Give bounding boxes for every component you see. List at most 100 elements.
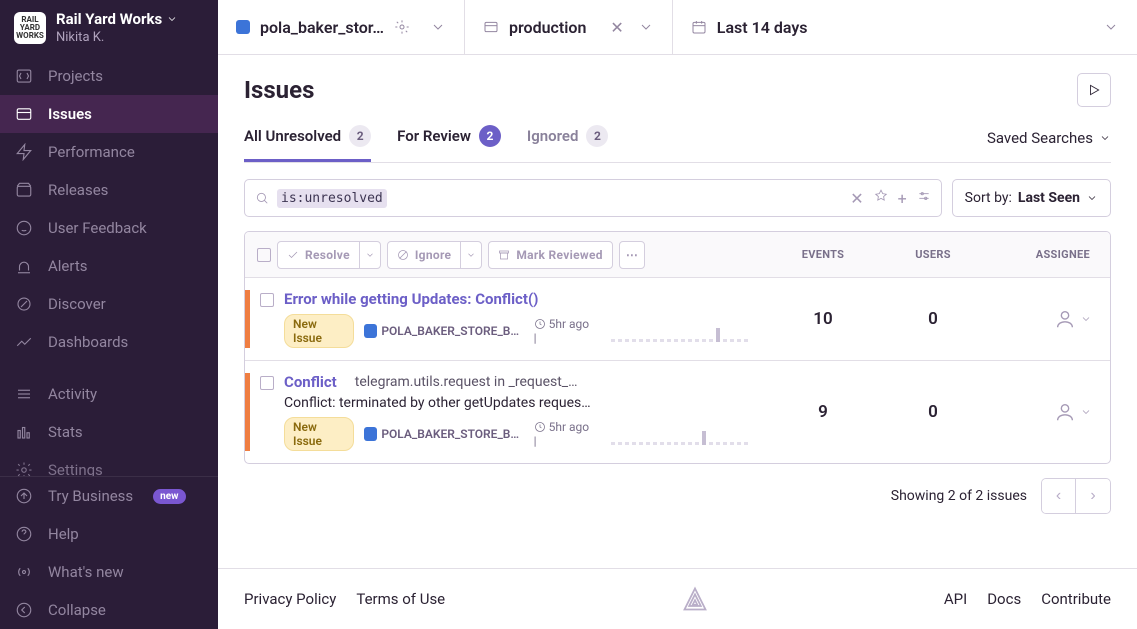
environment-selector[interactable]: production ✕: [465, 0, 672, 54]
ban-icon: [397, 249, 409, 261]
users-count[interactable]: 0: [878, 309, 988, 329]
clear-environment[interactable]: ✕: [606, 18, 627, 37]
saved-searches-dropdown[interactable]: Saved Searches: [987, 129, 1111, 159]
sidebar-item-label: Projects: [48, 67, 103, 85]
sliders-icon[interactable]: [917, 189, 931, 203]
issue-tabs: All Unresolved 2 For Review 2 Ignored 2 …: [244, 125, 1111, 163]
search-input[interactable]: is:unresolved ✕ +: [244, 179, 942, 217]
footer-docs[interactable]: Docs: [987, 590, 1021, 608]
play-button[interactable]: [1077, 73, 1111, 107]
mark-reviewed-button[interactable]: Mark Reviewed: [488, 241, 613, 269]
sidebar-item-label: Dashboards: [48, 333, 128, 351]
more-actions-button[interactable]: ⋯: [619, 241, 645, 269]
org-name: Rail Yard Works: [56, 10, 162, 28]
sidebar-item-alerts[interactable]: Alerts: [0, 247, 218, 285]
select-all-checkbox[interactable]: [257, 248, 271, 262]
issue-title[interactable]: Conflict: [284, 373, 337, 391]
assignee-selector[interactable]: [988, 401, 1098, 423]
play-icon: [1087, 83, 1101, 97]
sidebar-item-label: Activity: [48, 385, 97, 403]
check-icon: [287, 249, 299, 261]
footer-contribute[interactable]: Contribute: [1041, 590, 1111, 608]
project-chip[interactable]: POLA_BAKER_STORE_BO…: [364, 427, 524, 441]
add-search[interactable]: +: [898, 189, 907, 208]
org-switcher[interactable]: RAIL YARD WORKS Rail Yard Works Nikita K…: [0, 0, 218, 57]
col-users: USERS: [878, 248, 988, 261]
sidebar-item-user-feedback[interactable]: User Feedback: [0, 209, 218, 247]
sidebar-footer: Try Business new Help What's new Collaps…: [0, 476, 218, 629]
sidebar-item-help[interactable]: Help: [0, 515, 218, 553]
issue-badge: New Issue: [284, 417, 354, 451]
clear-search[interactable]: ✕: [850, 189, 863, 208]
clock-icon: [534, 421, 546, 433]
row-checkbox[interactable]: [260, 293, 274, 307]
chevron-down-icon: [1086, 192, 1098, 204]
sidebar-item-activity[interactable]: Activity: [0, 375, 218, 413]
project-platform-icon: [364, 324, 378, 338]
chevron-down-icon: [638, 19, 654, 35]
sidebar-item-try-business[interactable]: Try Business new: [0, 477, 218, 515]
footer-terms[interactable]: Terms of Use: [356, 590, 445, 608]
sidebar-item-whats-new[interactable]: What's new: [0, 553, 218, 591]
tab-label: For Review: [397, 127, 471, 145]
sidebar-item-collapse[interactable]: Collapse: [0, 591, 218, 629]
next-page[interactable]: ›: [1076, 479, 1110, 513]
sidebar-item-performance[interactable]: Performance: [0, 133, 218, 171]
sidebar-item-projects[interactable]: Projects: [0, 57, 218, 95]
search-icon: [255, 191, 269, 205]
issue-title[interactable]: Error while getting Updates: Conflict(): [284, 290, 538, 308]
sidebar-item-label: Settings: [48, 461, 103, 476]
time-range-selector[interactable]: Last 14 days: [673, 0, 1137, 54]
sidebar-item-label: Performance: [48, 143, 135, 161]
pin-icon[interactable]: [874, 189, 888, 203]
chevron-down-icon: [1099, 132, 1111, 144]
sort-label: Sort by:: [965, 190, 1012, 206]
row-checkbox[interactable]: [260, 376, 274, 390]
lightning-icon: [14, 142, 34, 162]
pagination-summary: Showing 2 of 2 issues: [891, 488, 1027, 504]
chevron-down-icon: [430, 19, 446, 35]
resolve-dropdown[interactable]: [359, 241, 381, 269]
project-name: pola_baker_stor…: [260, 18, 384, 37]
tab-for-review[interactable]: For Review 2: [397, 125, 501, 162]
ignore-button[interactable]: Ignore: [387, 241, 461, 269]
environment-name: production: [509, 18, 586, 37]
page-title: Issues: [244, 76, 314, 104]
events-count[interactable]: 10: [768, 309, 878, 329]
footer-api[interactable]: API: [944, 590, 967, 608]
siren-icon: [14, 256, 34, 276]
project-selector[interactable]: pola_baker_stor…: [218, 0, 464, 54]
chevron-down-icon: [466, 250, 476, 260]
prev-page[interactable]: ‹: [1042, 479, 1076, 513]
sidebar-item-stats[interactable]: Stats: [0, 413, 218, 451]
sidebar-item-issues[interactable]: Issues: [0, 95, 218, 133]
sparkline: [611, 423, 768, 445]
project-platform-icon: [236, 20, 250, 34]
primary-nav: Projects Issues Performance Releases Use…: [0, 57, 218, 476]
users-count[interactable]: 0: [878, 402, 988, 422]
project-chip[interactable]: POLA_BAKER_STORE_BO…: [364, 324, 524, 338]
ignore-dropdown[interactable]: [460, 241, 482, 269]
sidebar-item-label: Collapse: [48, 601, 106, 619]
projects-icon: [14, 66, 34, 86]
package-icon: [14, 180, 34, 200]
assignee-selector[interactable]: [988, 308, 1098, 330]
issues-table: Resolve Ignore Mark Reviewed: [244, 231, 1111, 464]
project-platform-icon: [364, 427, 378, 441]
sidebar-item-settings[interactable]: Settings: [0, 451, 218, 476]
issue-culprit: telegram.utils.request in _request_…: [355, 374, 578, 390]
assignee-icon: [1054, 308, 1076, 330]
issue-badge: New Issue: [284, 314, 354, 348]
sidebar-item-releases[interactable]: Releases: [0, 171, 218, 209]
gear-icon[interactable]: [394, 19, 410, 35]
sidebar-item-discover[interactable]: Discover: [0, 285, 218, 323]
sidebar-item-label: User Feedback: [48, 219, 147, 237]
sort-selector[interactable]: Sort by: Last Seen: [952, 179, 1111, 217]
chevron-down-icon: [1080, 406, 1092, 418]
sidebar-item-dashboards[interactable]: Dashboards: [0, 323, 218, 361]
tab-all-unresolved[interactable]: All Unresolved 2: [244, 125, 371, 162]
resolve-button[interactable]: Resolve: [277, 241, 360, 269]
footer-privacy[interactable]: Privacy Policy: [244, 590, 336, 608]
events-count[interactable]: 9: [768, 402, 878, 422]
tab-ignored[interactable]: Ignored 2: [527, 125, 609, 162]
